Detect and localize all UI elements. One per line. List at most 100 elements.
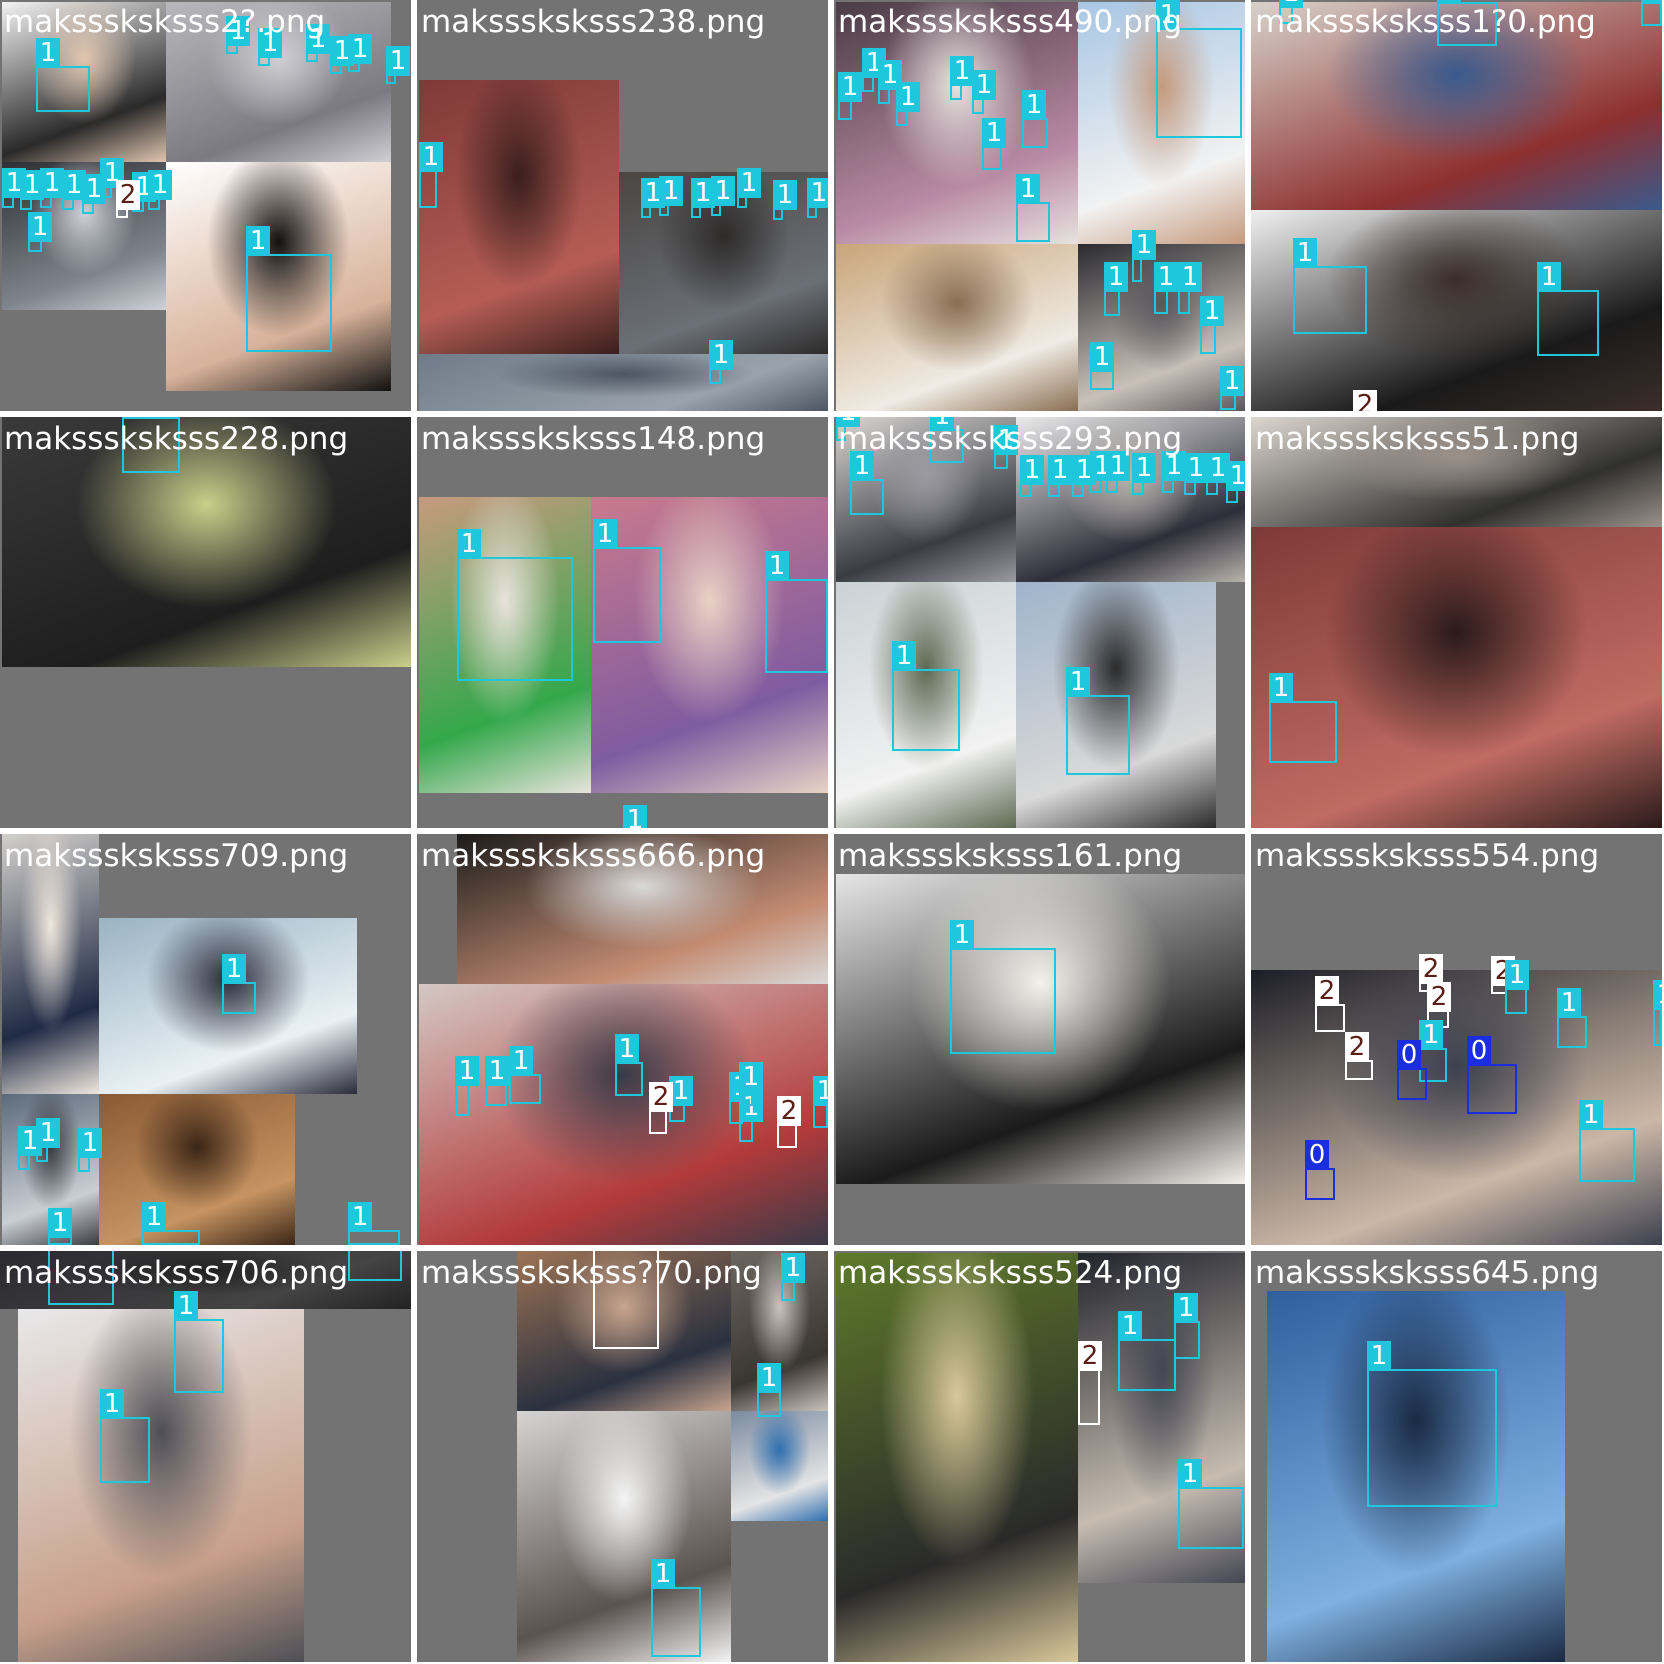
detection-box: 1 bbox=[930, 417, 964, 463]
class-label: 1 bbox=[28, 212, 52, 242]
detection-box: 1 bbox=[1293, 238, 1367, 334]
photo-group-photo bbox=[1016, 417, 1245, 582]
class-label: 2 bbox=[1353, 390, 1377, 411]
class-label: 1 bbox=[386, 46, 410, 76]
class-label: 1 bbox=[48, 1208, 72, 1238]
class-label: 1 bbox=[1178, 262, 1202, 292]
detection-box: 1 bbox=[330, 36, 354, 74]
class-label: 1 bbox=[148, 170, 172, 200]
mosaic-tile: maksssksksss2?.png 1 1 1 1 1 1 1 1 1 1 1… bbox=[0, 0, 411, 411]
photo-red-tassels bbox=[1251, 527, 1662, 828]
class-label: 1 bbox=[1174, 1293, 1198, 1323]
detection-box: 1 bbox=[457, 529, 573, 681]
mosaic-tile: maksssksksss554.png 2 2 2 2 2 1 1 0 0 1 … bbox=[1251, 834, 1662, 1245]
detection-box: 1 bbox=[1367, 1341, 1497, 1507]
detection-box: 1 bbox=[148, 170, 172, 210]
detection-box: 1 bbox=[1226, 461, 1245, 503]
detection-box: 1 bbox=[142, 1202, 200, 1245]
class-label: 1 bbox=[306, 24, 330, 54]
class-label: 1 bbox=[1367, 1341, 1391, 1371]
class-label: 1 bbox=[1579, 1100, 1603, 1130]
class-label: 2 bbox=[649, 1082, 673, 1112]
detection-box: 1 bbox=[1641, 0, 1662, 26]
class-label: 1 bbox=[1641, 0, 1662, 4]
class-label: 1 bbox=[711, 176, 735, 206]
photo-worker-news bbox=[731, 1411, 828, 1521]
class-label: 1 bbox=[348, 34, 372, 64]
detection-box: 1 bbox=[1106, 451, 1130, 493]
detection-box: 1 bbox=[765, 551, 828, 673]
detection-box: 1 bbox=[1437, 0, 1497, 46]
image-filename: maksssksksss554.png bbox=[1255, 838, 1600, 874]
detection-box: 1 bbox=[691, 178, 715, 218]
class-label: 1 bbox=[1269, 673, 1293, 703]
image-filename: maksssksksss645.png bbox=[1255, 1255, 1600, 1291]
detection-box: 1 bbox=[1132, 230, 1156, 282]
detection-box: 1 bbox=[1048, 455, 1072, 497]
detection-box: 1 bbox=[36, 1118, 60, 1162]
mosaic-grid: maksssksksss2?.png 1 1 1 1 1 1 1 1 1 1 1… bbox=[0, 0, 1664, 1664]
photo-protest-signs bbox=[419, 984, 828, 1245]
class-label: 1 bbox=[972, 70, 996, 100]
detection-box: 1 bbox=[711, 176, 735, 216]
class-label: 1 bbox=[1220, 366, 1244, 396]
class-label: 2 bbox=[116, 180, 140, 210]
detection-box: 1 bbox=[419, 142, 443, 208]
class-label: 1 bbox=[509, 1046, 533, 1076]
detection-box: 1 bbox=[1020, 455, 1044, 497]
detection-box: 1 bbox=[226, 16, 250, 54]
detection-box: 1 bbox=[485, 1056, 509, 1106]
detection-box: 1 bbox=[1016, 174, 1050, 242]
class-label: 1 bbox=[1118, 1311, 1142, 1341]
mosaic-tile: maksssksksss709.png 1 1 1 1 1 1 1 bbox=[0, 834, 411, 1245]
class-label: 1 bbox=[142, 1202, 166, 1232]
detection-box: 1 bbox=[737, 168, 761, 208]
detection-box: 1 bbox=[862, 48, 886, 92]
class-label: 1 bbox=[258, 28, 282, 58]
class-label: 1 bbox=[455, 1056, 479, 1086]
detection-box: 1 bbox=[62, 170, 86, 210]
detection-box: 1 bbox=[807, 178, 828, 218]
detection-box: 1 bbox=[878, 60, 902, 104]
detection-box: 1 bbox=[982, 118, 1006, 170]
class-label: 1 bbox=[1022, 90, 1046, 120]
class-label: 1 bbox=[36, 1118, 60, 1148]
mosaic-tile: maksssksksss1?0.png 1 1 1 1 1 2 bbox=[1251, 0, 1662, 411]
mosaic-tile: maksssksksss51.png 1 bbox=[1251, 417, 1662, 828]
detection-box: 1 bbox=[1072, 455, 1096, 497]
class-label: 1 bbox=[1048, 455, 1072, 485]
photo-news-caption bbox=[1251, 417, 1662, 527]
detection-box: 1 bbox=[1537, 262, 1599, 356]
class-label: 1 bbox=[1279, 0, 1303, 8]
detection-box: 1 bbox=[994, 425, 1018, 469]
detection-box: 1 bbox=[455, 1056, 479, 1116]
detection-box: 1 bbox=[2, 168, 26, 208]
detection-box: 1 bbox=[1653, 980, 1662, 1046]
detection-box: 2 bbox=[1315, 976, 1345, 1032]
detection-box: 1 bbox=[100, 1389, 150, 1483]
detection-box: 1 bbox=[1557, 988, 1587, 1048]
class-label: 1 bbox=[457, 529, 481, 559]
detection-box: 1 bbox=[641, 178, 665, 218]
detection-box: 1 bbox=[1154, 262, 1178, 314]
detection-box: 1 bbox=[1279, 0, 1303, 24]
class-label: 1 bbox=[850, 451, 874, 481]
class-label: 0 bbox=[1397, 1040, 1421, 1070]
class-label: 1 bbox=[838, 72, 862, 102]
detection-box: 1 bbox=[78, 1128, 102, 1172]
detection-box: 1 bbox=[100, 158, 124, 198]
mosaic-tile: maksssksksss238.png 1 1 1 1 1 1 1 1 1 bbox=[417, 0, 828, 411]
class-label: 1 bbox=[709, 340, 733, 370]
detection-box: 1 bbox=[850, 451, 884, 515]
class-label: 1 bbox=[1156, 0, 1180, 30]
class-label: 1 bbox=[226, 16, 250, 46]
detection-box: 0 bbox=[1397, 1040, 1427, 1100]
detection-box: 1 bbox=[892, 641, 960, 751]
class-label: 1 bbox=[1132, 453, 1156, 483]
photo-city-skyline bbox=[419, 354, 828, 411]
class-label: 1 bbox=[36, 38, 60, 68]
detection-box: 1 bbox=[781, 1253, 805, 1301]
mosaic-tile: maksssksksss228.png 1 bbox=[0, 417, 411, 828]
class-label: 2 bbox=[1419, 954, 1443, 984]
detection-box: 1 bbox=[386, 46, 410, 84]
